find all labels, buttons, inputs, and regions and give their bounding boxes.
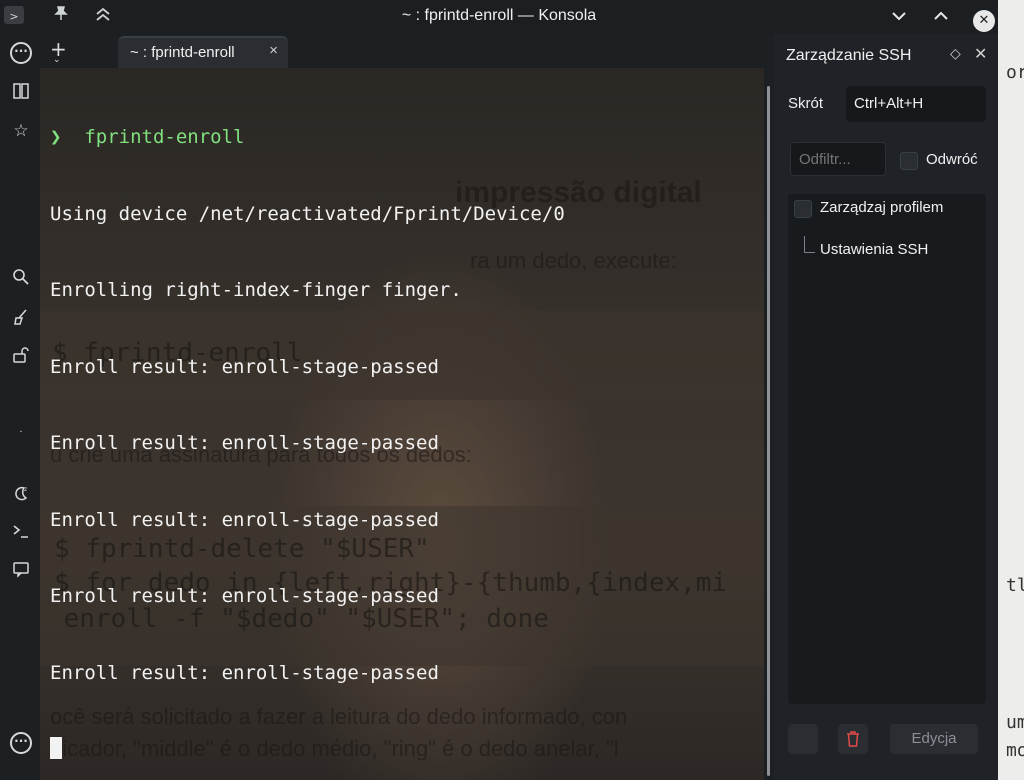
chevron-up-icon [934, 11, 948, 20]
add-button[interactable] [788, 724, 818, 754]
bg-edge-text: um [1006, 712, 1024, 733]
tree-item-ssh-settings[interactable]: Ustawienia SSH [820, 241, 928, 258]
minimize-button[interactable] [888, 7, 910, 29]
ssh-manager-panel: Zarządzanie SSH ◇ ✕ Skrót Ctrl+Alt+H Odw… [774, 34, 998, 780]
cursor-line [50, 737, 565, 764]
invert-checkbox[interactable] [900, 152, 918, 170]
menu-icon[interactable]: ··· [10, 42, 32, 64]
window-title: ~ : fprintd-enroll — Konsola [401, 7, 597, 24]
manage-profile-checkbox[interactable] [794, 200, 812, 218]
command-text: fprintd-enroll [84, 126, 245, 148]
shortcut-field[interactable]: Ctrl+Alt+H [846, 86, 986, 122]
bg-edge-text: mo [1006, 740, 1024, 761]
tab-bar: + ⌄ ~ : fprintd-enroll × [40, 34, 774, 68]
prompt-line: ❯ fprintd-enroll [50, 125, 565, 151]
output-line: Enroll result: enroll-stage-passed [50, 355, 439, 378]
close-icon: ✕ [978, 13, 990, 28]
output-line: Enroll result: enroll-stage-passed [50, 508, 439, 531]
bg-edge-text: or [1006, 62, 1024, 83]
panel-title: Zarządzanie SSH [786, 47, 912, 64]
close-window-button[interactable]: ✕ [973, 10, 995, 32]
invert-label: Odwróć [926, 151, 978, 168]
close-icon[interactable]: × [269, 42, 278, 59]
edit-button[interactable]: Edycja [890, 724, 978, 754]
output-line: Enroll result: enroll-stage-passed [50, 585, 439, 607]
chevron-down-icon: ⌄ [53, 55, 61, 65]
title-bar: > ~ : fprintd-enroll — Konsola ✕ [0, 0, 998, 34]
search-icon[interactable] [10, 268, 32, 290]
svg-text:z: z [24, 486, 27, 493]
terminal-prompt-icon[interactable] [10, 522, 32, 544]
profile-tree[interactable]: Zarządzaj profilem Ustawienia SSH [788, 194, 986, 704]
manage-profile-label: Zarządzaj profilem [820, 199, 944, 216]
clear-scrollback-icon[interactable] [10, 308, 32, 330]
new-tab-button[interactable]: + ⌄ [50, 37, 67, 65]
more-options-icon[interactable]: ··· [10, 732, 32, 754]
split-view-icon[interactable] [10, 82, 32, 104]
output-line: Enroll result: enroll-stage-passed [50, 432, 439, 454]
filter-input[interactable] [790, 142, 886, 176]
terminal-view[interactable]: impressão digital ra um dedo, execute: $… [40, 68, 764, 780]
left-toolbar: ··· ☆ · z ··· [0, 34, 40, 780]
shortcut-value: Ctrl+Alt+H [854, 95, 924, 112]
terminal-scrollbar[interactable] [764, 68, 774, 780]
maximize-button[interactable] [930, 7, 952, 29]
shortcut-label: Skrót [788, 95, 824, 112]
text-cursor [50, 737, 62, 759]
chevron-down-icon [892, 12, 906, 21]
trash-icon [847, 731, 859, 747]
tab-fprintd-enroll[interactable]: ~ : fprintd-enroll × [118, 36, 288, 68]
chat-icon[interactable] [10, 560, 32, 582]
bookmark-star-icon[interactable]: ☆ [10, 120, 32, 142]
lock-open-icon[interactable] [10, 346, 32, 368]
output-line: Using device /net/reactivated/Fprint/Dev… [50, 202, 565, 225]
monitor-silence-icon[interactable]: z [10, 484, 32, 506]
output-line: Enrolling right-index-finger finger. [50, 279, 462, 301]
output-line: Enroll result: enroll-stage-passed [50, 661, 439, 684]
konsole-window: > ~ : fprintd-enroll — Konsola ✕ ··· ☆ ·… [0, 0, 998, 780]
float-panel-icon[interactable]: ◇ [950, 46, 961, 62]
tab-label: ~ : fprintd-enroll [130, 44, 235, 61]
prompt-symbol: ❯ [50, 126, 62, 148]
delete-button[interactable] [838, 724, 868, 754]
tree-branch [804, 236, 815, 253]
terminal-output: ❯ fprintd-enroll Using device /net/react… [50, 74, 565, 780]
bg-edge-text: tle [1006, 575, 1024, 596]
scrollbar-thumb[interactable] [767, 86, 770, 776]
background-right-strip: or tle um mo [998, 0, 1024, 780]
separator-dot-icon: · [19, 427, 23, 438]
close-icon[interactable]: ✕ [974, 44, 987, 63]
